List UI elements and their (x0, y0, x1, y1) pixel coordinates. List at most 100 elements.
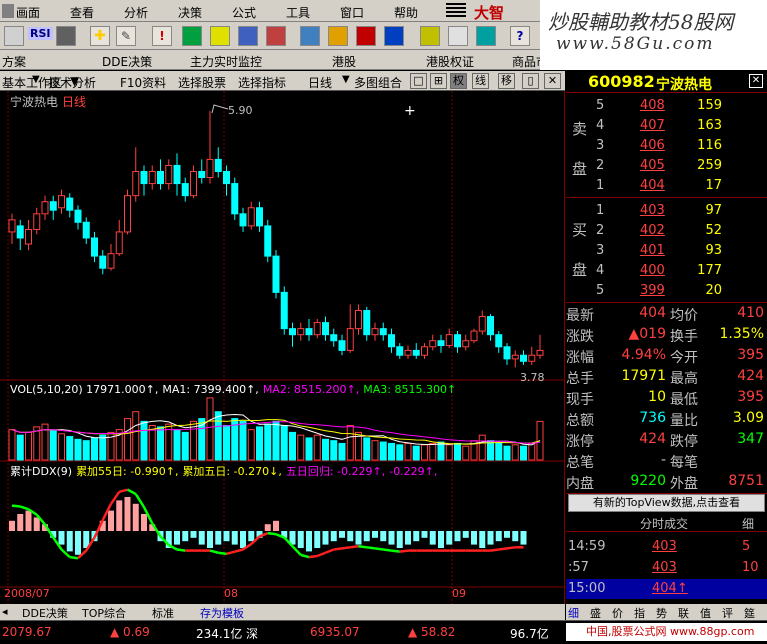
doc-icon[interactable] (300, 26, 320, 46)
scroll-icon[interactable]: ▯ (522, 73, 539, 89)
tab-daily[interactable]: 日线 (308, 74, 332, 91)
vol-legend-part: VOL(5,10,20) 17971.000↑, (10, 383, 159, 396)
menu-icon[interactable] (446, 3, 466, 18)
candle-body (412, 349, 420, 356)
ddx-bar (363, 531, 370, 542)
square-icon[interactable]: □ (410, 73, 427, 89)
volume-bar (91, 437, 98, 461)
window-icon[interactable] (56, 26, 76, 46)
menu-item-tools[interactable]: 工具 (286, 4, 310, 21)
right-tab[interactable]: 盛 (590, 605, 601, 621)
close-icon[interactable]: ✕ (749, 74, 763, 88)
right-tab[interactable]: 筵 (744, 605, 755, 621)
stat-value: 9220 (630, 473, 666, 489)
bottom-tab-save-template[interactable]: 存为模板 (200, 605, 244, 621)
bottom-tab-standard[interactable]: 标准 (152, 605, 174, 621)
tick-header: 分时成交 细 (566, 514, 767, 532)
close-icon[interactable]: ✕ (544, 73, 561, 89)
topview-button[interactable]: 有新的TopView数据,点击查看 (568, 494, 765, 512)
tick-tab[interactable]: 细 (742, 515, 754, 532)
ddx-bar (306, 531, 312, 552)
btn-adjust[interactable]: 权 (450, 73, 467, 89)
dropdown-icon-b[interactable]: ▼ (342, 74, 350, 85)
bar-icon[interactable] (476, 26, 496, 46)
bottom-scroll-icon[interactable]: ◂ (2, 605, 8, 618)
stat-label: 涨跌 (566, 329, 594, 345)
nav-hk-warrant[interactable]: 港股权证 (426, 53, 474, 70)
tab-f10[interactable]: F10资料 (120, 74, 166, 91)
right-tab[interactable]: 价 (612, 605, 623, 621)
bottom-tab-dde[interactable]: DDE决策 (22, 605, 68, 621)
app-icon[interactable] (2, 4, 14, 18)
nav-dde[interactable]: DDE决策 (102, 53, 152, 70)
menu-item-decision[interactable]: 决策 (178, 4, 202, 21)
right-tab[interactable]: 评 (722, 605, 733, 621)
info-icon[interactable]: ! (152, 26, 172, 46)
help-icon[interactable]: ? (510, 26, 530, 46)
candle-body (256, 207, 263, 227)
buy-row[interactable]: 1 403 97 (566, 201, 767, 221)
status-right-link[interactable]: 中国,股票公式网 www.88gp.com (566, 623, 767, 641)
compass-icon[interactable]: ✚ (90, 26, 110, 46)
stock-icon[interactable] (182, 26, 202, 46)
candle-body (280, 291, 288, 330)
btn-move[interactable]: 移 (498, 73, 515, 89)
right-tab[interactable]: 联 (678, 605, 689, 621)
sell-level: 1 (596, 178, 605, 193)
ddx-line-segment (383, 548, 392, 552)
buy-row[interactable]: 2 402 52 (566, 221, 767, 241)
volume-bar (503, 445, 511, 461)
people-icon[interactable] (238, 26, 258, 46)
sell-row[interactable]: 3 406 116 (566, 136, 767, 156)
volume-bar (74, 438, 82, 461)
stock-code: 600982 (588, 72, 655, 91)
sell-row[interactable]: 1 404 17 (566, 176, 767, 196)
tab-select-stock[interactable]: 选择股票 (178, 74, 226, 91)
tab-tech-analysis[interactable]: 技术分析 (48, 74, 96, 91)
gear-icon[interactable] (328, 26, 348, 46)
candle-body (58, 195, 65, 209)
sell-row[interactable]: 5 408 159 (566, 96, 767, 116)
menu-item-window[interactable]: 窗口 (340, 4, 364, 21)
nav-monitor[interactable]: 主力实时监控 (190, 53, 262, 70)
pencil-icon[interactable]: ✎ (116, 26, 136, 46)
right-tab[interactable]: 指 (634, 605, 645, 621)
right-tab[interactable]: 值 (700, 605, 711, 621)
nav-left[interactable]: 方案 (2, 53, 26, 70)
chart-icon[interactable] (210, 26, 230, 46)
globe-icon[interactable] (384, 26, 404, 46)
buy-row[interactable]: 3 401 93 (566, 241, 767, 261)
tab-select-index[interactable]: 选择指标 (238, 74, 286, 91)
menu-item-help[interactable]: 帮助 (394, 4, 418, 21)
buy-row[interactable]: 5 399 20 (566, 281, 767, 301)
sell-row[interactable]: 4 407 163 (566, 116, 767, 136)
table-icon[interactable] (448, 26, 468, 46)
tick-time: :57 (568, 560, 589, 575)
bottom-tab-top[interactable]: TOP综合 (82, 605, 126, 621)
menu-item-analysis[interactable]: 分析 (124, 4, 148, 21)
ddx-bar (413, 531, 420, 542)
grid-icon[interactable] (4, 26, 24, 46)
right-tab[interactable]: 细 (568, 605, 579, 621)
nav-hk[interactable]: 港股 (332, 53, 356, 70)
report-icon[interactable] (420, 26, 440, 46)
candle-body (49, 201, 57, 211)
ddx-line-segment (498, 547, 508, 551)
flag-icon[interactable] (356, 26, 376, 46)
btn-line[interactable]: 线 (472, 73, 489, 89)
chart-area[interactable]: 宁波热电 日线 5.90 3.78 + VOL(5,10,20) 17971.0… (0, 91, 565, 604)
candle-body (33, 213, 41, 231)
menu-item-screen[interactable]: 画面 (16, 4, 40, 21)
right-tab[interactable]: 势 (656, 605, 667, 621)
cross-icon[interactable]: ⊞ (430, 73, 447, 89)
tools-icon[interactable] (266, 26, 286, 46)
tab-multi-chart[interactable]: 多图组合 (354, 74, 410, 91)
nav-commodity[interactable]: 商品市场 (512, 53, 540, 70)
menu-item-view[interactable]: 查看 (70, 4, 94, 21)
rsi-button[interactable]: RSI (28, 27, 53, 40)
buy-row[interactable]: 4 400 177 (566, 261, 767, 281)
menu-item-formula[interactable]: 公式 (232, 4, 256, 21)
dropdown-icon-a[interactable]: ▼ (32, 74, 40, 85)
sell-row[interactable]: 2 405 259 (566, 156, 767, 176)
volume-bar (272, 420, 280, 461)
